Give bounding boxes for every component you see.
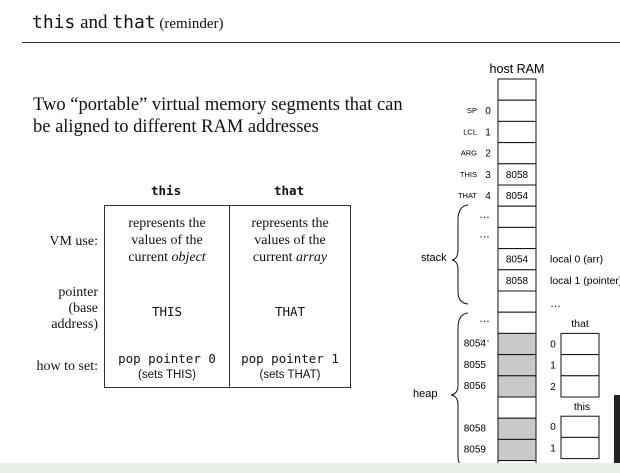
video-progress-strip xyxy=(0,463,620,473)
heap-address: 8058 xyxy=(464,423,487,434)
register-label: ARG xyxy=(461,149,477,158)
heap-address: 8056 xyxy=(464,381,487,392)
ram-title: host RAM xyxy=(490,62,545,76)
ram-cell xyxy=(497,332,537,356)
register-label: THIS xyxy=(460,170,477,179)
local-label: local 1 (pointer) xyxy=(550,275,620,287)
ram-cell xyxy=(497,417,537,440)
stack-brace xyxy=(451,204,469,305)
frame-edge xyxy=(614,395,620,463)
ram-cell xyxy=(497,99,537,122)
ellipsis: … xyxy=(550,298,561,310)
ram-cell xyxy=(497,375,537,398)
ram-cell xyxy=(497,226,537,250)
ram-cell xyxy=(497,396,537,419)
local-label: local 0 (arr) xyxy=(550,254,603,266)
ram-cell xyxy=(497,354,537,377)
ram-cell xyxy=(497,311,537,334)
register-value: 8054 xyxy=(506,191,529,202)
heap-address: 8055 xyxy=(464,360,487,371)
stack-label: stack xyxy=(421,252,447,264)
this-array-index: 0 xyxy=(550,422,556,433)
register-index: 3 xyxy=(485,170,491,181)
register-label: LCL xyxy=(463,127,477,136)
ram-cell xyxy=(497,142,537,165)
that-array-index: 0 xyxy=(550,339,556,350)
register-index: 1 xyxy=(485,127,491,138)
this-array-cell xyxy=(560,436,600,460)
register-value: 8058 xyxy=(506,170,529,181)
ram-cell xyxy=(497,438,537,462)
heap-address: 8054 xyxy=(464,339,487,350)
this-array-cell xyxy=(560,415,600,438)
ram-cell xyxy=(497,290,537,313)
this-array-label: this xyxy=(574,401,590,413)
register-label: THAT xyxy=(458,191,477,200)
stack-value: 8058 xyxy=(506,276,529,287)
that-array-cell xyxy=(560,354,600,377)
ellipsis: … xyxy=(479,209,490,221)
ellipsis: … xyxy=(479,313,490,325)
host-ram-diagram: host RAM SP 0 LCL 1 ARG 2 THIS 3 8058 THAT 4 8054 … …… xyxy=(413,62,620,473)
heap-label: heap xyxy=(413,388,437,400)
register-label: SP xyxy=(467,106,477,115)
that-array-index: 1 xyxy=(550,361,556,372)
that-array-index: 2 xyxy=(550,382,556,393)
register-index: 4 xyxy=(485,191,491,202)
that-array-cell xyxy=(560,375,600,398)
register-index: 0 xyxy=(485,106,491,117)
ram-cell xyxy=(497,205,537,228)
heap-address: 8059 xyxy=(464,445,487,456)
ellipsis: … xyxy=(479,228,490,240)
stack-value: 8054 xyxy=(506,255,529,266)
register-index: 2 xyxy=(485,149,491,160)
that-array-cell xyxy=(560,332,600,356)
that-array-label: that xyxy=(571,318,589,330)
ram-cell xyxy=(497,78,537,101)
ram-cell xyxy=(497,120,537,144)
this-array-index: 1 xyxy=(550,443,556,454)
